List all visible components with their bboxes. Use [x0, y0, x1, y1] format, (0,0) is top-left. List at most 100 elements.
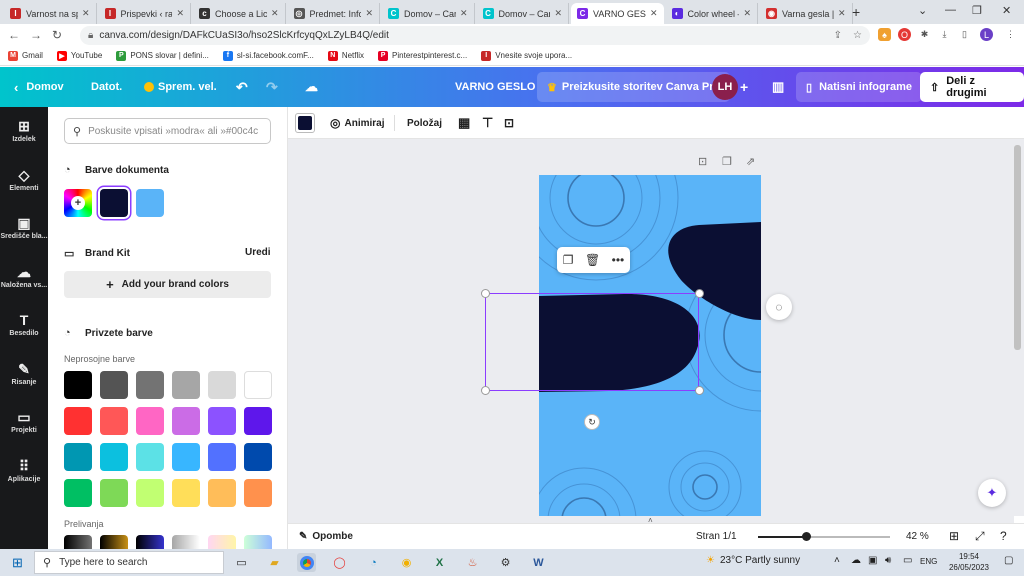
bookmark-item[interactable]: f sl-si.facebook.comF...: [222, 50, 314, 61]
add-color-button[interactable]: +: [64, 189, 92, 217]
solid-color-swatch[interactable]: [172, 443, 200, 471]
puzzle-icon[interactable]: ✱: [918, 28, 931, 41]
zoom-level[interactable]: 42 %: [906, 531, 929, 542]
design-title[interactable]: VARNO GESLO: [455, 67, 535, 107]
edit-brand-kit-link[interactable]: Uredi: [245, 247, 271, 258]
print-button[interactable]: ▯ Natisni infograme: [796, 72, 922, 102]
close-tab-icon[interactable]: ✕: [460, 8, 468, 19]
resize-handle[interactable]: [695, 386, 704, 395]
profile-avatar[interactable]: L: [980, 28, 993, 41]
gradient-color-swatch[interactable]: [100, 535, 128, 549]
rail-item[interactable]: ✎ Risanje: [0, 352, 48, 396]
close-window-icon[interactable]: ✕: [1002, 4, 1011, 17]
zoom-slider-thumb[interactable]: [802, 532, 811, 541]
add-brand-colors-button[interactable]: + Add your brand colors: [64, 271, 271, 298]
file-explorer-icon[interactable]: ▰: [265, 553, 284, 572]
rail-item[interactable]: ▭ Projekti: [0, 400, 48, 444]
close-tab-icon[interactable]: ✕: [271, 8, 279, 19]
page-indicator[interactable]: Stran 1/1: [696, 531, 737, 542]
solid-color-swatch[interactable]: [64, 371, 92, 399]
user-avatar[interactable]: LH: [712, 74, 738, 100]
gradient-color-swatch[interactable]: [244, 535, 272, 549]
address-bar[interactable]: 🔒︎ canva.com/design/DAFkCUaSI3o/hso2SlcK…: [80, 26, 870, 45]
menu-icon[interactable]: ⋮: [1004, 28, 1017, 41]
minimize-icon[interactable]: —: [945, 4, 956, 16]
canva-desktop-icon[interactable]: ◉: [397, 553, 416, 572]
solid-color-swatch[interactable]: [64, 407, 92, 435]
solid-color-swatch[interactable]: [208, 371, 236, 399]
close-tab-icon[interactable]: ✕: [365, 8, 373, 19]
solid-color-swatch[interactable]: [136, 371, 164, 399]
solid-color-swatch[interactable]: [172, 407, 200, 435]
clock[interactable]: 19:54 26/05/2023: [944, 551, 994, 573]
solid-color-swatch[interactable]: [172, 479, 200, 507]
browser-tab[interactable]: CDomov – Canv✕: [477, 3, 569, 24]
solid-color-swatch[interactable]: [136, 443, 164, 471]
color-search-input[interactable]: ⚲ Poskusite vpisati »modra« ali »#00c4c: [64, 118, 271, 144]
trash-icon[interactable]: 🗑︎: [585, 253, 600, 267]
solid-color-swatch[interactable]: [64, 443, 92, 471]
paint-roller-icon[interactable]: ⊤: [482, 107, 493, 139]
reload-icon[interactable]: ↻: [52, 28, 62, 42]
fullscreen-icon[interactable]: ⤢: [975, 529, 985, 544]
sidepanel-icon[interactable]: ▯: [958, 28, 971, 41]
task-view-icon[interactable]: ▭: [232, 553, 251, 572]
solid-color-swatch[interactable]: [100, 407, 128, 435]
bookmark-item[interactable]: P Pinterestpinterest.c...: [378, 50, 467, 61]
gradient-color-swatch[interactable]: [208, 535, 236, 549]
tray-chevron-icon[interactable]: ˄: [834, 555, 840, 566]
animate-button[interactable]: ◎ Animiraj: [330, 107, 385, 139]
browser-tab[interactable]: ◎ Predmet: Infor ✕: [288, 3, 380, 24]
comment-icon[interactable]: ◌: [766, 294, 792, 320]
bookmark-item[interactable]: N Netflix: [327, 50, 364, 61]
solid-color-swatch[interactable]: [100, 479, 128, 507]
extension-icon[interactable]: ♠: [878, 28, 891, 41]
new-tab-icon[interactable]: +: [852, 4, 860, 20]
grid-view-icon[interactable]: ⊞: [949, 529, 959, 543]
solid-color-swatch[interactable]: [136, 479, 164, 507]
selection-box[interactable]: [485, 293, 699, 391]
home-button[interactable]: ‹ Domov: [14, 67, 64, 107]
bookmark-item[interactable]: P PONS slovar | defini...: [116, 50, 209, 61]
selected-color-swatch[interactable]: [295, 113, 315, 133]
solid-color-swatch[interactable]: [208, 479, 236, 507]
resize-handle[interactable]: [695, 289, 704, 298]
chrome-icon[interactable]: [297, 553, 316, 572]
bookmark-item[interactable]: ▶ YouTube: [56, 50, 102, 61]
add-collaborator-icon[interactable]: +: [740, 67, 748, 107]
rail-item[interactable]: ◇ Elementi: [0, 158, 48, 202]
resize-button[interactable]: Sprem. vel.: [144, 67, 217, 107]
solid-color-swatch[interactable]: [172, 371, 200, 399]
magic-sparkle-icon[interactable]: ✦: [978, 479, 1006, 507]
solid-color-swatch[interactable]: [208, 443, 236, 471]
solid-color-swatch[interactable]: [208, 407, 236, 435]
browser-tab[interactable]: CDomov – Canv✕: [382, 3, 475, 24]
volume-icon[interactable]: 🔊︎: [885, 555, 891, 566]
windows-start-icon[interactable]: ⊞: [8, 553, 27, 572]
help-icon[interactable]: ?: [1000, 529, 1007, 543]
lock-icon[interactable]: ⊡: [504, 107, 514, 139]
popcorn-icon[interactable]: ♨: [463, 553, 482, 572]
redo-icon[interactable]: ↷: [266, 67, 278, 107]
doc-color-swatch[interactable]: [136, 189, 164, 217]
browser-tab[interactable]: c Choose a Lice ✕: [193, 3, 286, 24]
gradient-color-swatch[interactable]: [64, 535, 92, 549]
solid-color-swatch[interactable]: [100, 371, 128, 399]
undo-icon[interactable]: ↶: [236, 67, 248, 107]
maximize-icon[interactable]: ❐: [972, 4, 982, 17]
forward-icon[interactable]: →: [30, 28, 42, 42]
browser-tab[interactable]: C VARNO GESLO ✕: [571, 3, 664, 24]
solid-color-swatch[interactable]: [244, 443, 272, 471]
rail-item[interactable]: ▣ Središče bla...: [0, 206, 48, 250]
tab-search-icon[interactable]: ⌄: [918, 4, 927, 17]
resize-handle[interactable]: [481, 289, 490, 298]
gradient-color-swatch[interactable]: [136, 535, 164, 549]
solid-color-swatch[interactable]: [244, 371, 272, 399]
duplicate-icon[interactable]: ❐: [563, 253, 574, 267]
close-tab-icon[interactable]: ✕: [650, 8, 658, 19]
share-page-icon[interactable]: ⇪: [834, 30, 842, 41]
excel-icon[interactable]: X: [430, 553, 449, 572]
canvas-area[interactable]: ⊡ ❐ ⇗ ↻ ❐ 🗑︎ ••• ◌ ✦: [288, 139, 1024, 516]
network-icon[interactable]: ▣: [868, 555, 877, 566]
taskbar-search[interactable]: ⚲ Type here to search: [34, 551, 224, 574]
